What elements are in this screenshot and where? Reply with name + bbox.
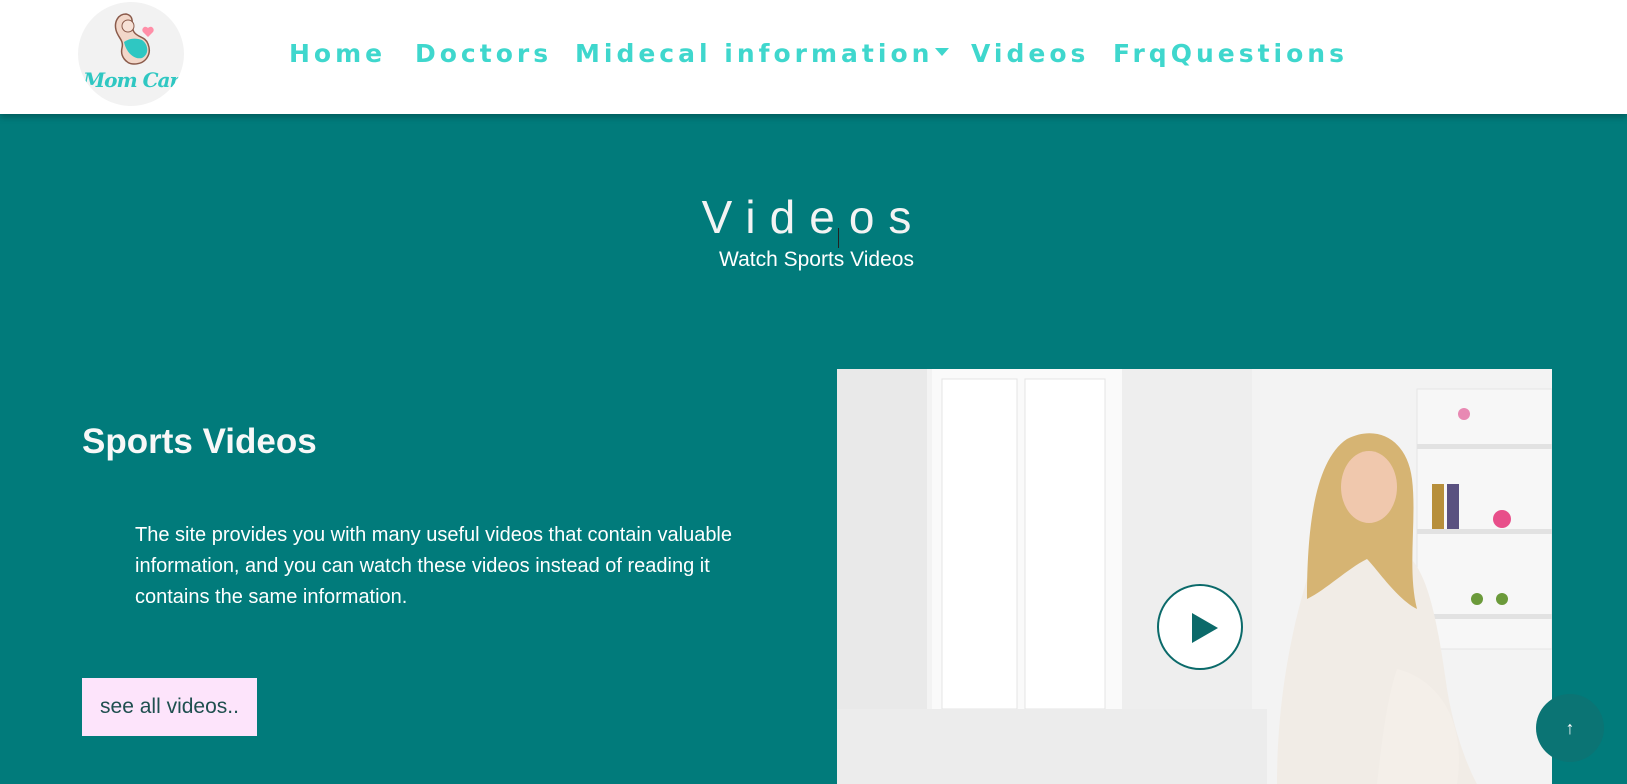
caret-down-icon bbox=[935, 48, 950, 56]
page-subtitle: Watch Sports Videos bbox=[719, 248, 914, 271]
nav-item-medical-information-label: Midecal information bbox=[575, 39, 934, 68]
scroll-to-top-button[interactable]: ↑ bbox=[1536, 694, 1604, 762]
nav-item-home[interactable]: Home bbox=[289, 34, 386, 74]
arrow-up-icon: ↑ bbox=[1565, 718, 1575, 738]
site-header: Mom Car Home Doctors Midecal information… bbox=[0, 0, 1627, 114]
logo[interactable]: Mom Car bbox=[78, 2, 184, 106]
logo-text: Mom Car bbox=[82, 68, 180, 92]
pregnant-woman-photo bbox=[837, 369, 1552, 784]
video-thumbnail[interactable] bbox=[837, 369, 1552, 784]
play-video-button[interactable] bbox=[1157, 584, 1243, 670]
nav-item-faq[interactable]: FrqQuestions bbox=[1113, 34, 1348, 74]
section-description: The site provides you with many useful v… bbox=[135, 524, 733, 608]
mother-baby-icon bbox=[114, 13, 154, 65]
nav-item-medical-information[interactable]: Midecal information bbox=[575, 34, 950, 74]
nav-item-doctors[interactable]: Doctors bbox=[415, 34, 552, 74]
play-icon bbox=[1192, 613, 1218, 643]
page-title: Videos bbox=[701, 191, 926, 243]
section-title: Sports Videos bbox=[82, 422, 317, 461]
nav-item-videos[interactable]: Videos bbox=[971, 34, 1089, 74]
see-all-videos-button[interactable]: see all videos.. bbox=[82, 678, 257, 736]
text-cursor-icon bbox=[838, 228, 839, 248]
